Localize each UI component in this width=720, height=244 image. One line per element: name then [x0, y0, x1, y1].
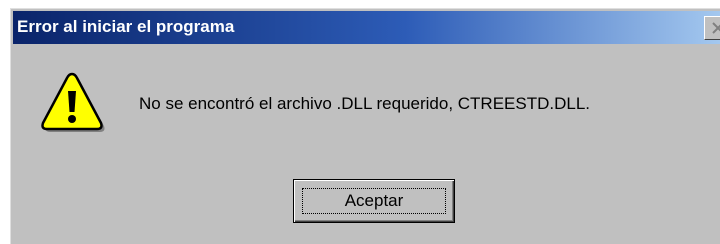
title-bar[interactable]: Error al iniciar el programa	[13, 11, 720, 44]
error-message: No se encontró el archivo .DLL requerido…	[139, 94, 591, 113]
ok-button[interactable]: Aceptar	[293, 179, 455, 223]
warning-icon	[41, 72, 105, 132]
dialog-title: Error al iniciar el programa	[17, 17, 235, 36]
error-dialog: Error al iniciar el programa No se encon…	[10, 8, 720, 244]
close-icon	[712, 22, 720, 34]
ok-button-label: Aceptar	[344, 191, 404, 210]
close-button[interactable]	[704, 16, 720, 40]
